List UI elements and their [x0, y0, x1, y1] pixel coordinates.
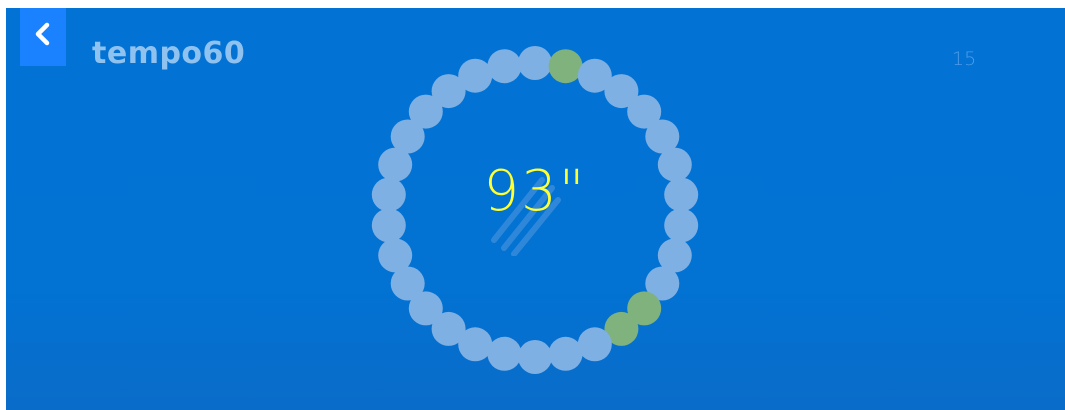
ring-dot[interactable] [664, 208, 699, 243]
ring-dot[interactable] [487, 49, 522, 84]
ring-dot[interactable] [371, 208, 406, 243]
ring-dot[interactable] [657, 147, 692, 182]
countdown-timer: 93" [483, 159, 587, 224]
ring-dot[interactable] [378, 238, 413, 273]
ring-dot[interactable] [458, 58, 493, 93]
game-screen: tempo60 15 93" [6, 8, 1065, 410]
ring-dot[interactable] [518, 340, 552, 374]
ring-dot[interactable] [518, 46, 552, 80]
ring-dot[interactable] [371, 177, 406, 212]
ring-dot[interactable] [487, 336, 522, 371]
ring-dot[interactable] [548, 336, 583, 371]
ring-dot[interactable] [664, 177, 699, 212]
ring-dot-active[interactable] [548, 49, 583, 84]
ring-dot[interactable] [577, 327, 612, 362]
